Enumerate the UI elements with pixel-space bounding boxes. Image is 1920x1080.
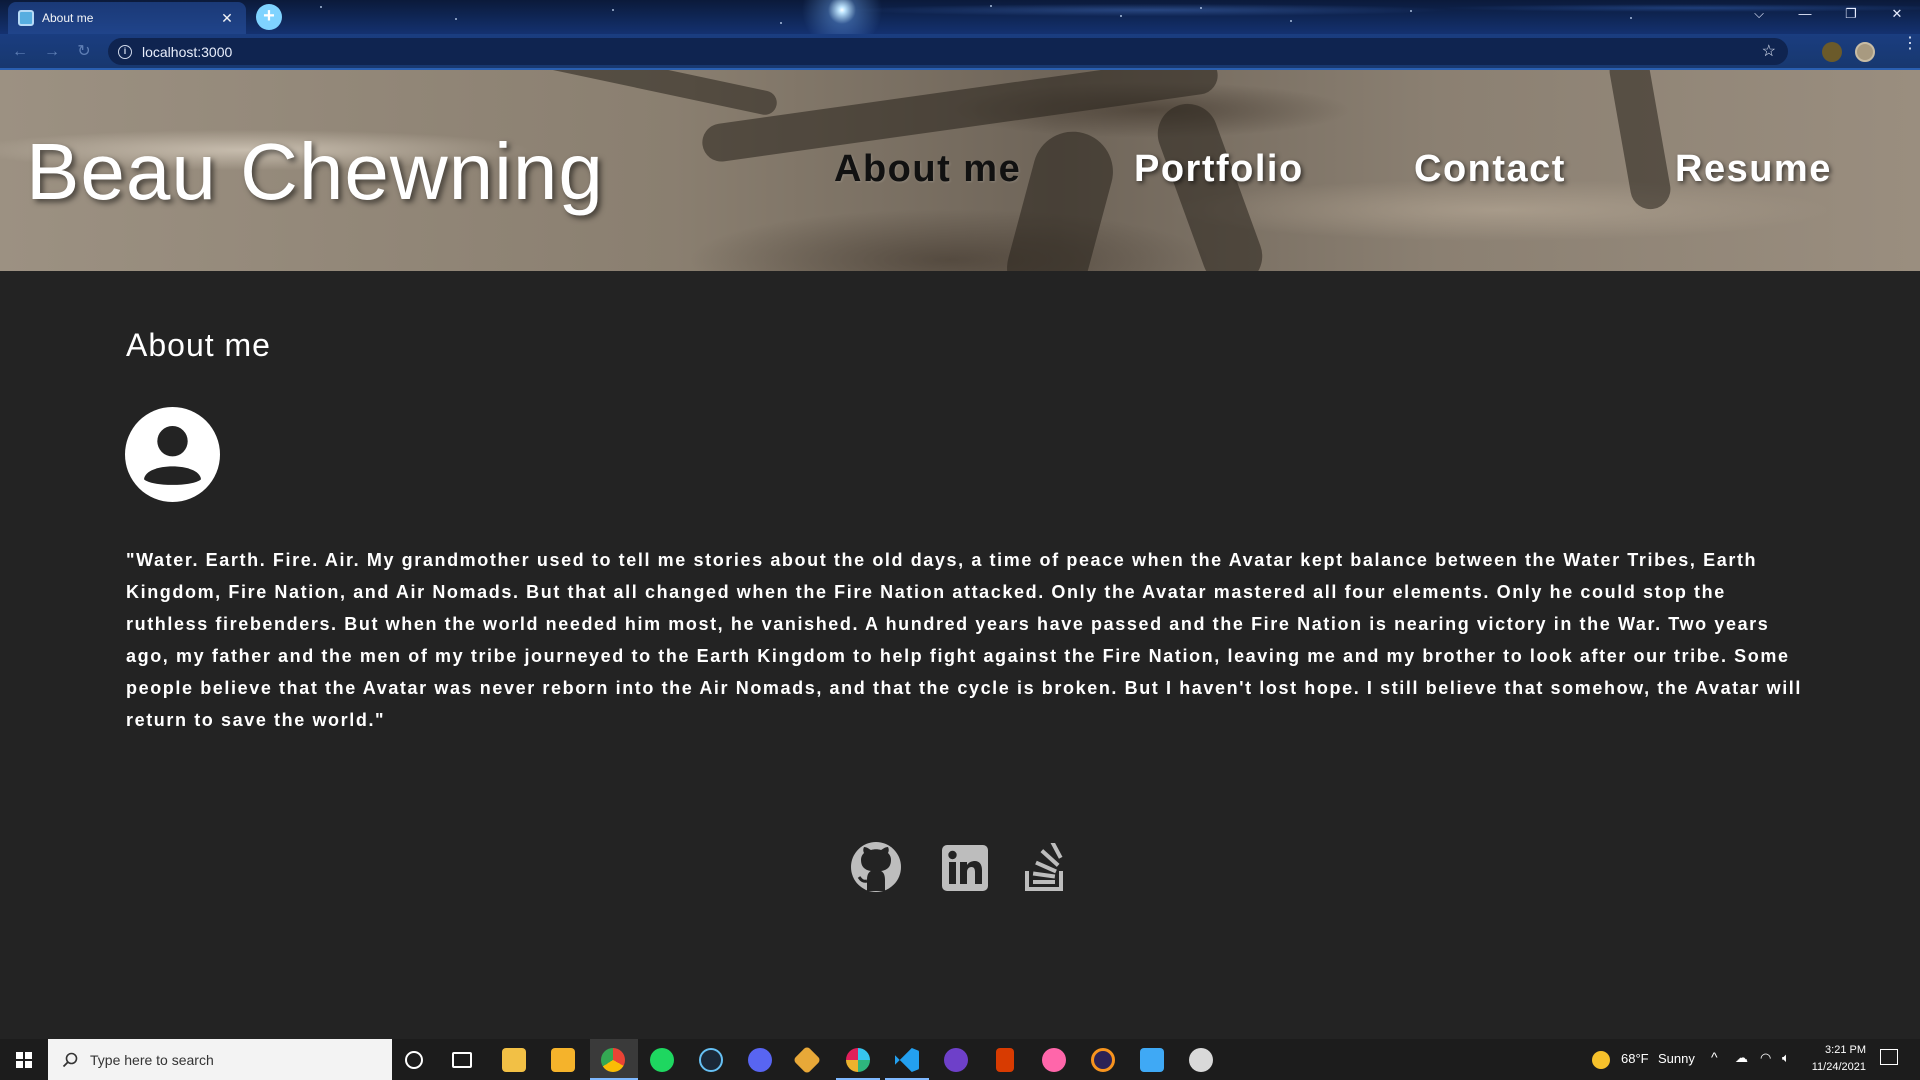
clock-date: 11/24/2021 [1811, 1061, 1866, 1073]
clock-time: 3:21 PM [1825, 1044, 1866, 1056]
browser-tab-strip: About me ✕ + ⌵ — ❐ ✕ [0, 0, 1920, 34]
bookmark-star-icon[interactable]: ☆ [1762, 41, 1776, 61]
close-icon[interactable]: ✕ [218, 10, 236, 27]
star-decoration [780, 22, 782, 24]
profile-avatar-icon[interactable] [1855, 42, 1875, 62]
site-title[interactable]: Beau Chewning [26, 126, 604, 218]
discord-icon[interactable] [748, 1048, 772, 1072]
eclipse-icon[interactable] [1091, 1048, 1115, 1072]
onedrive-icon[interactable]: ☁ [1735, 1050, 1748, 1066]
menu-icon[interactable]: ⋮ [1902, 36, 1918, 52]
minimize-button[interactable]: — [1782, 0, 1828, 30]
back-arrow-icon[interactable]: ← [8, 40, 32, 64]
browser-tab[interactable]: About me ✕ [8, 2, 246, 34]
new-tab-button[interactable]: + [256, 4, 282, 30]
bio-paragraph: "Water. Earth. Fire. Air. My grandmother… [126, 550, 1802, 730]
tab-search-chevron-icon[interactable]: ⌵ [1736, 0, 1782, 30]
windows-start-icon[interactable] [0, 1039, 48, 1080]
star-decoration [320, 6, 322, 8]
star-decoration [990, 5, 992, 7]
nav-link-contact[interactable]: Contact [1414, 148, 1566, 191]
system-clock[interactable]: 3:21 PM 11/24/2021 [1812, 1042, 1866, 1076]
tab-title: About me [42, 11, 94, 25]
star-decoration [455, 18, 457, 20]
stackoverflow-icon[interactable] [1024, 843, 1066, 891]
restore-button[interactable]: ❐ [1828, 0, 1874, 30]
spotify-icon[interactable] [650, 1048, 674, 1072]
weather-text[interactable]: Sunny [1658, 1051, 1695, 1066]
linkedin-icon[interactable] [942, 845, 988, 891]
nav-link-portfolio[interactable]: Portfolio [1134, 148, 1304, 191]
site-header: Beau Chewning About me Portfolio Contact… [0, 70, 1920, 271]
task-view-icon[interactable] [452, 1052, 472, 1068]
user-circle-icon [125, 407, 220, 502]
store-icon[interactable] [551, 1048, 575, 1072]
search-placeholder: Type here to search [90, 1051, 214, 1068]
chevron-up-icon[interactable]: ^ [1711, 1049, 1718, 1065]
star-decoration [1120, 15, 1122, 17]
chrome-icon[interactable] [601, 1048, 625, 1072]
paint-icon[interactable] [1140, 1048, 1164, 1072]
tree-branch-decoration [1606, 70, 1674, 213]
taskbar-search-input[interactable]: Type here to search [48, 1039, 392, 1080]
app-icon[interactable] [1189, 1048, 1213, 1072]
taskbar: Type here to search 68°F Sunny ^ ☁ ◠ 🔈︎ … [0, 1039, 1920, 1080]
star-decoration [1290, 20, 1292, 22]
extension-icon[interactable] [1822, 42, 1842, 62]
volume-icon[interactable]: 🔈︎ [1782, 1050, 1790, 1066]
osu-icon[interactable] [1042, 1048, 1066, 1072]
vscode-icon[interactable] [895, 1048, 919, 1072]
browser-toolbar: ← → ↻ i localhost:3000 ☆ ⋮ [0, 34, 1920, 70]
notification-icon[interactable] [1880, 1049, 1898, 1065]
file-explorer-icon[interactable] [502, 1048, 526, 1072]
info-icon[interactable]: i [118, 44, 132, 59]
star-decoration [612, 9, 614, 11]
social-links [850, 841, 1080, 897]
window-close-button[interactable]: ✕ [1874, 0, 1920, 30]
slack-icon[interactable] [846, 1048, 870, 1072]
star-decoration [1410, 10, 1412, 12]
reload-icon[interactable]: ↻ [72, 40, 96, 64]
star-decoration [1630, 17, 1632, 19]
url-text: localhost:3000 [142, 43, 233, 60]
main-content: About me "Water. Earth. Fire. Air. My gr… [0, 271, 1920, 1039]
git-icon[interactable] [792, 1045, 822, 1075]
tree-branch-decoration [461, 70, 779, 118]
tab-favicon-icon [18, 10, 34, 26]
forward-arrow-icon[interactable]: → [40, 40, 64, 64]
github-desktop-icon[interactable] [944, 1048, 968, 1072]
steam-icon[interactable] [699, 1048, 723, 1072]
tree-branch-decoration [998, 122, 1122, 271]
nav-link-resume[interactable]: Resume [1675, 148, 1832, 191]
wifi-icon[interactable]: ◠ [1760, 1050, 1771, 1066]
address-bar[interactable]: i localhost:3000 ☆ [108, 38, 1788, 65]
star-decoration [1200, 7, 1202, 9]
page-title: About me [126, 327, 271, 363]
office-icon[interactable] [996, 1048, 1014, 1072]
sun-icon[interactable] [1592, 1051, 1610, 1069]
search-icon [62, 1052, 78, 1067]
weather-temp[interactable]: 68°F [1621, 1051, 1649, 1066]
cortana-icon[interactable] [405, 1051, 423, 1069]
github-icon[interactable] [850, 841, 902, 893]
nav-link-about-me[interactable]: About me [834, 148, 1021, 191]
